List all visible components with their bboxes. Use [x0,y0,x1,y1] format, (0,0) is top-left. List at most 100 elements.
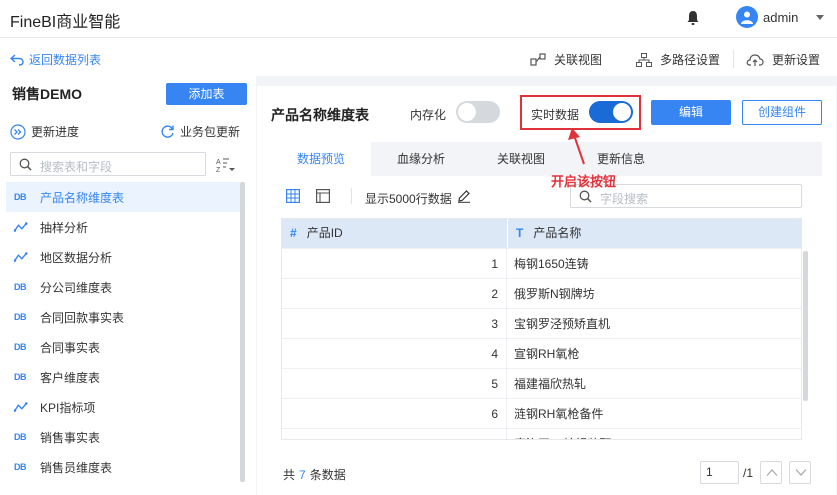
analysis-icon [14,402,28,412]
cell-product-name: 宝钢罗泾预矫直机 [514,317,611,331]
cell-product-id: 1 [282,249,507,279]
list-item[interactable]: DB 分公司维度表 [6,272,240,302]
table-row: 7 鹿洛开2#轮辊装配 [282,428,801,439]
tab-data-preview[interactable]: 数据预览 [271,142,371,176]
column-label: 产品ID [306,226,343,240]
list-item[interactable]: 抽样分析 [6,212,240,242]
list-item[interactable]: DB 销售员维度表 [6,452,240,482]
tab-lineage[interactable]: 血缘分析 [371,142,471,176]
detail-view-icon[interactable] [316,189,330,203]
text-type-icon: T [516,226,524,240]
multipath-settings-button[interactable]: 多路径设置 [636,51,720,68]
multipath-label: 多路径设置 [660,53,721,67]
create-component-button[interactable]: 创建组件 [742,100,822,125]
svg-text:A: A [216,159,221,166]
db-table-icon: DB [14,192,27,202]
cell-product-id: 7 [282,429,507,439]
table-row: 1 梅钢1650连铸 [282,248,801,279]
list-item[interactable]: DB 销售事实表 [6,422,240,452]
list-item-label: 客户维度表 [40,370,101,385]
bell-icon[interactable] [686,10,700,26]
update-settings-button[interactable]: 更新设置 [746,51,820,68]
prev-page-button[interactable] [760,461,782,484]
divider [351,188,352,204]
edit-button[interactable]: 编辑 [651,100,731,125]
business-package-update-button[interactable]: 业务包更新 [160,123,240,140]
cell-product-id: 6 [282,399,507,429]
page-title: 产品名称维度表 [271,107,369,123]
progress-icon [10,123,26,140]
username[interactable]: admin [763,10,798,25]
user-icon [741,11,753,24]
tab-bar: 数据预览 血缘分析 关联视图 更新信息 [271,142,822,176]
list-item[interactable]: DB 客户维度表 [6,362,240,392]
table-detail-panel: 产品名称维度表 内存化 实时数据 编辑 创建组件 数据预览 血缘分析 关联视图 … [257,86,836,495]
data-preview-table: # 产品ID T 产品名称 1 梅钢1650连铸 2 俄罗斯N钢牌坊 3 宝钢罗泾预… [281,218,802,440]
table-row: 6 涟钢RH氧枪备件 [282,398,801,429]
list-item-label: 合同回款事实表 [40,310,125,325]
list-item[interactable]: 地区数据分析 [6,242,240,272]
add-table-button[interactable]: 添加表 [166,83,247,105]
column-label: 产品名称 [533,226,582,240]
number-type-icon: # [290,226,297,240]
table-search-input[interactable]: 搜索表和字段 [10,152,206,176]
next-page-button[interactable] [789,461,811,484]
svg-text:Z: Z [216,167,221,174]
list-item[interactable]: DB 合同回款事实表 [6,302,240,332]
sidebar-scrollbar[interactable] [240,182,245,482]
update-settings-label: 更新设置 [772,53,821,67]
total-prefix: 共 [283,468,296,482]
cell-product-id: 4 [282,339,507,369]
total-count: 7 [299,468,306,482]
table-header: # 产品ID T 产品名称 [282,219,801,248]
table-scrollbar[interactable] [803,251,808,401]
db-table-icon: DB [14,462,27,472]
memory-label: 内存化 [410,108,447,122]
relation-view-button[interactable]: 关联视图 [530,51,602,68]
update-progress-label: 更新进度 [31,125,80,139]
back-to-data-list-link[interactable]: 返回数据列表 [10,51,101,68]
sidebar: 销售DEMO 添加表 更新进度 业务包更新 搜索表和字段 A Z DB 产品名称… [0,76,256,495]
toggle-knob [458,103,476,121]
preview-toolbar: 显示5000行数据 字段搜索 [271,182,822,210]
table-row: 5 福建福欣热轧 [282,368,801,399]
memory-toggle[interactable] [456,101,500,123]
list-item-label: 分公司维度表 [40,280,113,295]
divider [507,219,508,248]
sort-icon[interactable]: A Z [216,156,236,174]
realtime-toggle[interactable] [589,101,633,123]
list-item[interactable]: KPI指标项 [6,392,240,422]
db-table-icon: DB [14,282,27,292]
list-item[interactable]: DB 合同事实表 [6,332,240,362]
column-header-product-name[interactable]: T 产品名称 [516,219,581,248]
cell-product-name: 鹿洛开2#轮辊装配 [508,429,611,439]
list-item[interactable]: DB 产品名称维度表 [6,182,240,212]
sub-bar: 返回数据列表 关联视图 多路径设置 更新设置 [0,38,837,76]
avatar[interactable] [736,6,758,28]
table-grid-icon[interactable] [286,189,300,203]
show-rows-label: 显示5000行数据 [365,192,452,206]
list-item-label: 产品名称维度表 [40,190,125,205]
search-icon [579,190,592,203]
app-title: FineBI商业智能 [10,14,121,31]
chevron-up-icon [766,469,778,476]
field-search-placeholder: 字段搜索 [600,192,649,206]
cell-product-id: 3 [282,309,507,339]
update-progress-button[interactable]: 更新进度 [10,123,79,140]
db-table-icon: DB [14,372,27,382]
db-table-icon: DB [14,342,27,352]
chevron-down-icon[interactable] [816,15,824,20]
db-table-icon: DB [14,312,27,322]
search-placeholder: 搜索表和字段 [40,160,113,174]
pencil-icon[interactable] [457,189,471,203]
cell-product-name: 宣钢RH氧枪 [514,347,580,361]
column-header-product-id[interactable]: # 产品ID [290,219,343,248]
cloud-update-icon [746,53,764,66]
table-row: 4 宣钢RH氧枪 [282,338,801,369]
row-count: 共 7 条数据 [283,466,346,483]
analysis-icon [14,252,28,262]
list-item-label: 销售员维度表 [40,460,113,475]
table-row: 2 俄罗斯N钢牌坊 [282,278,801,309]
realtime-highlight-box: 实时数据 [520,95,641,130]
page-number-input[interactable]: 1 [700,461,739,484]
